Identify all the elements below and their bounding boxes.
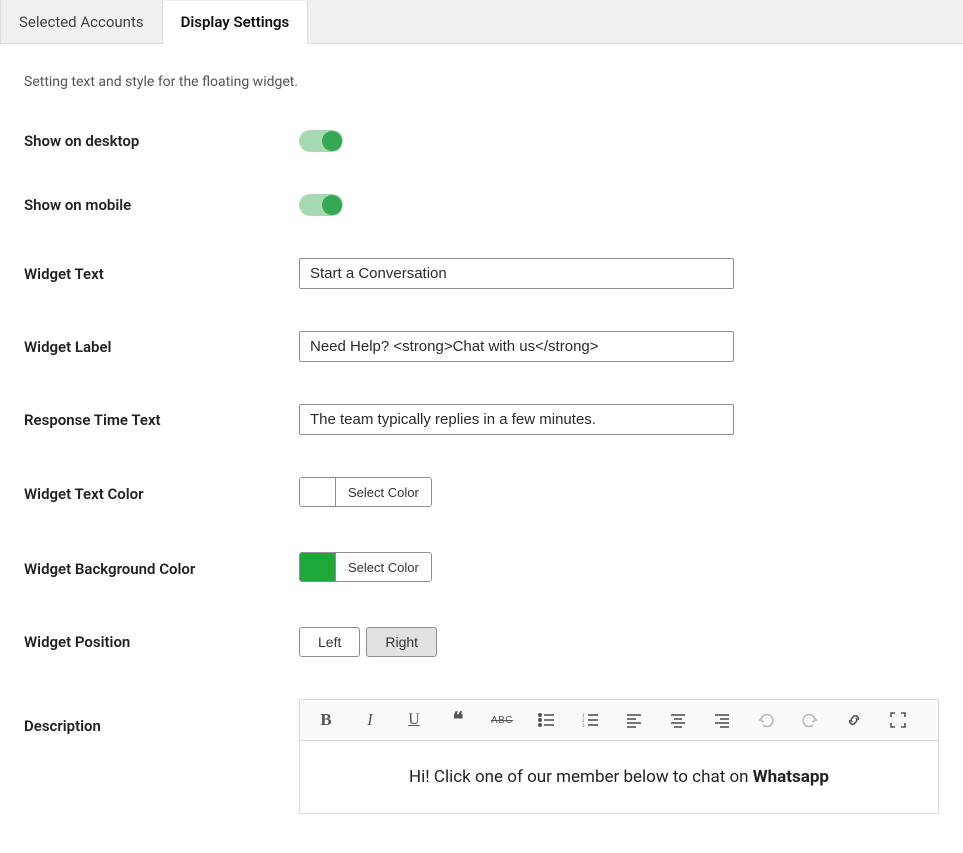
row-text-color: Widget Text Color Select Color (24, 477, 939, 510)
label-widget-text: Widget Text (24, 265, 299, 283)
underline-icon[interactable]: U (402, 708, 426, 732)
label-description: Description (24, 699, 299, 735)
colorpicker-bg-color[interactable]: Select Color (299, 552, 432, 582)
row-bg-color: Widget Background Color Select Color (24, 552, 939, 585)
row-widget-text: Widget Text (24, 258, 939, 289)
color-swatch-bg (300, 553, 336, 581)
svg-text:3: 3 (582, 724, 585, 729)
align-center-icon[interactable] (666, 708, 690, 732)
tab-selected-accounts[interactable]: Selected Accounts (0, 0, 163, 43)
row-description: Description B I U ❝ ABC 123 (24, 699, 939, 814)
colorpicker-text-color[interactable]: Select Color (299, 477, 432, 507)
fullscreen-icon[interactable] (886, 708, 910, 732)
toggle-show-mobile[interactable] (299, 194, 343, 216)
description-text-pre: Hi! Click one of our member below to cha… (409, 767, 753, 787)
position-right-button[interactable]: Right (366, 627, 437, 657)
label-show-mobile: Show on mobile (24, 196, 299, 214)
numbered-list-icon[interactable]: 123 (578, 708, 602, 732)
color-swatch-text (300, 478, 336, 506)
select-color-button-text[interactable]: Select Color (336, 478, 431, 506)
label-text-color: Widget Text Color (24, 485, 299, 503)
strikethrough-icon[interactable]: ABC (490, 708, 514, 732)
row-widget-label: Widget Label (24, 331, 939, 362)
row-show-mobile: Show on mobile (24, 194, 939, 216)
label-bg-color: Widget Background Color (24, 560, 299, 578)
undo-icon[interactable] (754, 708, 778, 732)
description-text-bold: Whatsapp (753, 767, 829, 787)
redo-icon[interactable] (798, 708, 822, 732)
italic-icon[interactable]: I (358, 708, 382, 732)
align-left-icon[interactable] (622, 708, 646, 732)
label-position: Widget Position (24, 633, 299, 651)
input-widget-label[interactable] (299, 331, 734, 362)
input-response-time[interactable] (299, 404, 734, 435)
editor-content[interactable]: Hi! Click one of our member below to cha… (300, 741, 938, 813)
rich-text-editor: B I U ❝ ABC 123 (299, 699, 939, 814)
editor-toolbar: B I U ❝ ABC 123 (300, 700, 938, 741)
bullet-list-icon[interactable] (534, 708, 558, 732)
input-widget-text[interactable] (299, 258, 734, 289)
align-right-icon[interactable] (710, 708, 734, 732)
tab-bar: Selected Accounts Display Settings (0, 0, 963, 44)
label-show-desktop: Show on desktop (24, 132, 299, 150)
toggle-knob (322, 131, 342, 151)
label-widget-label: Widget Label (24, 338, 299, 356)
blockquote-icon[interactable]: ❝ (446, 708, 470, 732)
row-response-time: Response Time Text (24, 404, 939, 435)
select-color-button-bg[interactable]: Select Color (336, 553, 431, 581)
toggle-show-desktop[interactable] (299, 130, 343, 152)
bold-icon[interactable]: B (314, 708, 338, 732)
settings-content: Setting text and style for the floating … (0, 44, 963, 844)
intro-text: Setting text and style for the floating … (24, 74, 939, 90)
label-response-time: Response Time Text (24, 411, 299, 429)
tab-display-settings[interactable]: Display Settings (163, 1, 309, 44)
link-icon[interactable] (842, 708, 866, 732)
row-show-desktop: Show on desktop (24, 130, 939, 152)
toggle-knob (322, 195, 342, 215)
position-button-group: Left Right (299, 627, 437, 657)
row-position: Widget Position Left Right (24, 627, 939, 657)
position-left-button[interactable]: Left (299, 627, 360, 657)
